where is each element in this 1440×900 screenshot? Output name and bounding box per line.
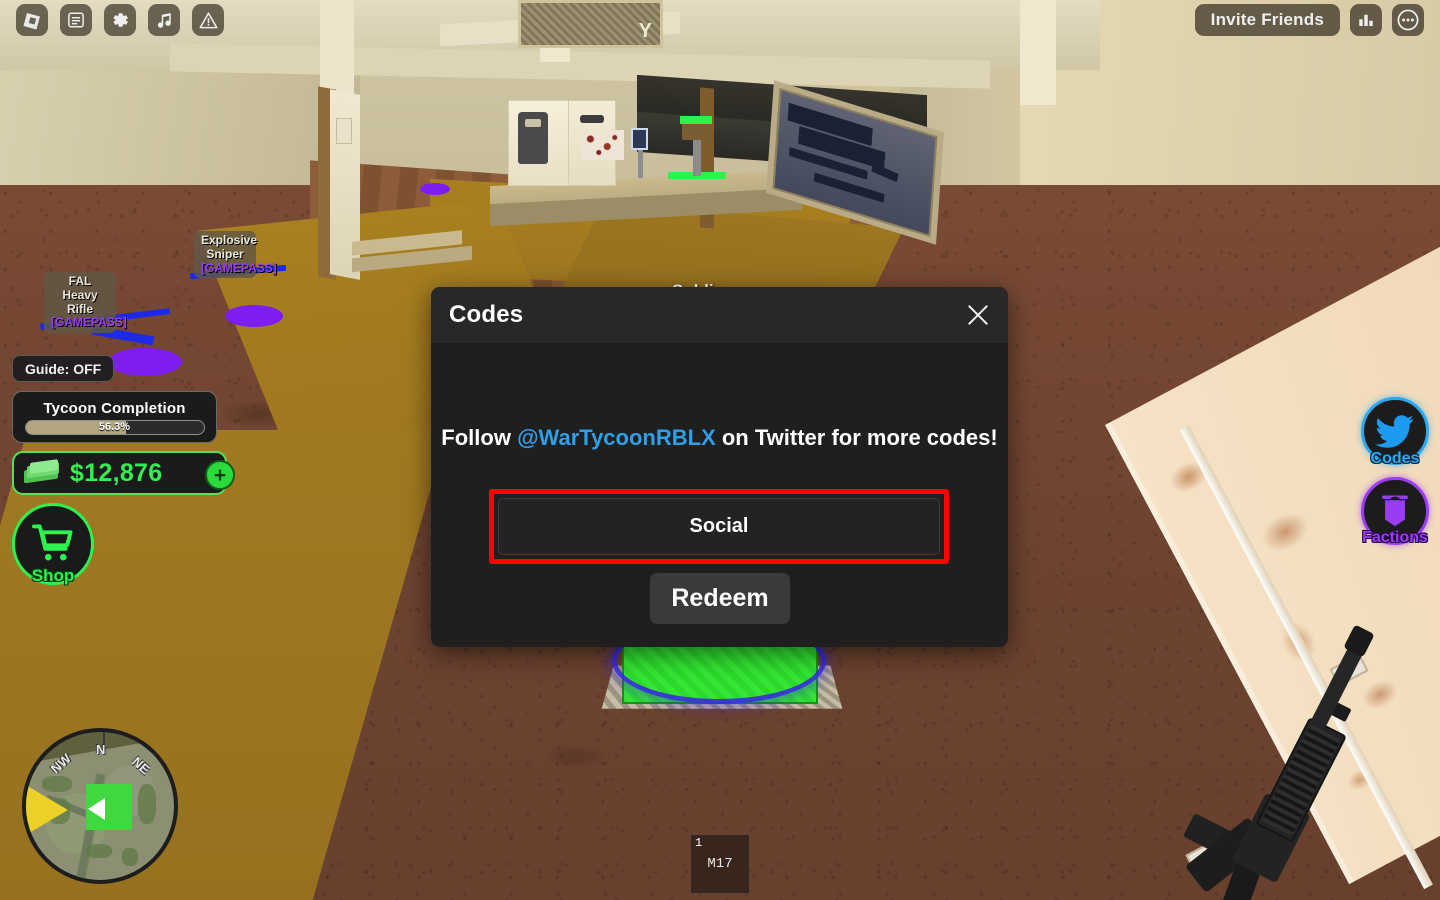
codes-modal-title: Codes (449, 301, 524, 328)
social-button-highlight: Social (489, 489, 949, 564)
follow-suffix: on Twitter for more codes! (715, 425, 998, 450)
close-icon[interactable] (962, 299, 994, 331)
world-label-title: FAL Heavy Rifle (62, 274, 98, 316)
minimap-compass-n: N (96, 742, 106, 757)
twitter-bird-icon (1375, 414, 1414, 448)
codes-modal: Codes Follow @WarTycoonRBLX on Twitter f… (431, 287, 1008, 647)
world-label-title: Explosive Sniper (201, 233, 258, 261)
tycoon-completion-panel: Tycoon Completion 56.3% (12, 391, 217, 443)
npc-hat (680, 116, 712, 124)
twitter-handle: @WarTycoonRBLX (517, 425, 716, 450)
tycoon-progress-label: 56.3% (98, 421, 131, 433)
guide-toggle[interactable]: Guide: OFF (12, 355, 115, 382)
topbar-left-group (16, 4, 224, 36)
rack-rifle (871, 162, 899, 183)
minimap-player-arrow (88, 798, 105, 820)
roblox-topbar: Invite Friends (0, 0, 1440, 40)
minimap-vegetation (86, 844, 112, 858)
codes-modal-header: Codes (431, 287, 1008, 343)
warning-icon[interactable] (192, 4, 224, 36)
roblox-logo-icon[interactable] (16, 4, 48, 36)
tycoon-progress-bar: 56.3% (24, 419, 205, 435)
minimap-direction-wedge (26, 778, 68, 842)
follow-prefix: Follow (441, 425, 518, 450)
more-options-icon[interactable] (1392, 4, 1424, 36)
topbar-right-group: Invite Friends (1194, 4, 1424, 36)
buy-money-button[interactable]: + (205, 460, 235, 490)
gamepass-glow (108, 348, 182, 376)
minimap-compass-nw: NW (47, 750, 74, 777)
chat-icon[interactable] (60, 4, 92, 36)
shop-button-label: Shop (31, 566, 75, 585)
follow-instruction: Follow @WarTycoonRBLX on Twitter for mor… (431, 425, 1008, 451)
hotbar-slot-1[interactable]: 1 M17 (690, 834, 750, 894)
music-note-icon[interactable] (148, 4, 180, 36)
codes-modal-body: Follow @WarTycoonRBLX on Twitter for mor… (431, 343, 1008, 647)
tycoon-completion-title: Tycoon Completion (43, 399, 186, 417)
game-screen: Y FAL Heavy Rifle [GAMEPASS] Explosive S… (0, 0, 1440, 900)
minimap-vegetation (122, 848, 138, 866)
world-label-fal: FAL Heavy Rifle [GAMEPASS] (44, 272, 127, 334)
money-value: $12,876 (70, 458, 163, 487)
gamepass-tag: [GAMEPASS] (201, 260, 277, 275)
gamepass-glow (420, 183, 450, 195)
rack-rifle (813, 172, 885, 203)
invite-friends-button[interactable]: Invite Friends (1194, 4, 1340, 36)
npc-head (682, 122, 710, 140)
cash-stack-icon (24, 459, 60, 484)
minimap[interactable]: N NW NE (22, 728, 178, 884)
hotbar-item-name: M17 (707, 856, 733, 872)
gamepass-glow (225, 305, 283, 327)
gear-icon[interactable] (104, 4, 136, 36)
minimap-compass-ne: NE (129, 753, 153, 778)
social-button[interactable]: Social (498, 498, 940, 555)
display-screen (631, 128, 648, 150)
minimap-vegetation (138, 784, 156, 824)
redeem-button[interactable]: Redeem (650, 573, 790, 624)
world-label-sniper: Explosive Sniper [GAMEPASS] (194, 231, 277, 279)
shopping-cart-icon (32, 524, 73, 561)
wall-poster (336, 118, 352, 144)
leaderboard-icon[interactable] (1350, 4, 1382, 36)
first-person-rifle (1180, 624, 1440, 900)
factions-button-label: Factions (1362, 529, 1428, 546)
armor-vest-prop (518, 112, 548, 164)
money-display: $12,876 + (12, 451, 235, 495)
bloody-prop (582, 130, 624, 160)
gamepass-tag: [GAMEPASS] (51, 315, 127, 330)
banner-icon (1382, 495, 1408, 527)
codes-button-label: Codes (1370, 450, 1420, 467)
